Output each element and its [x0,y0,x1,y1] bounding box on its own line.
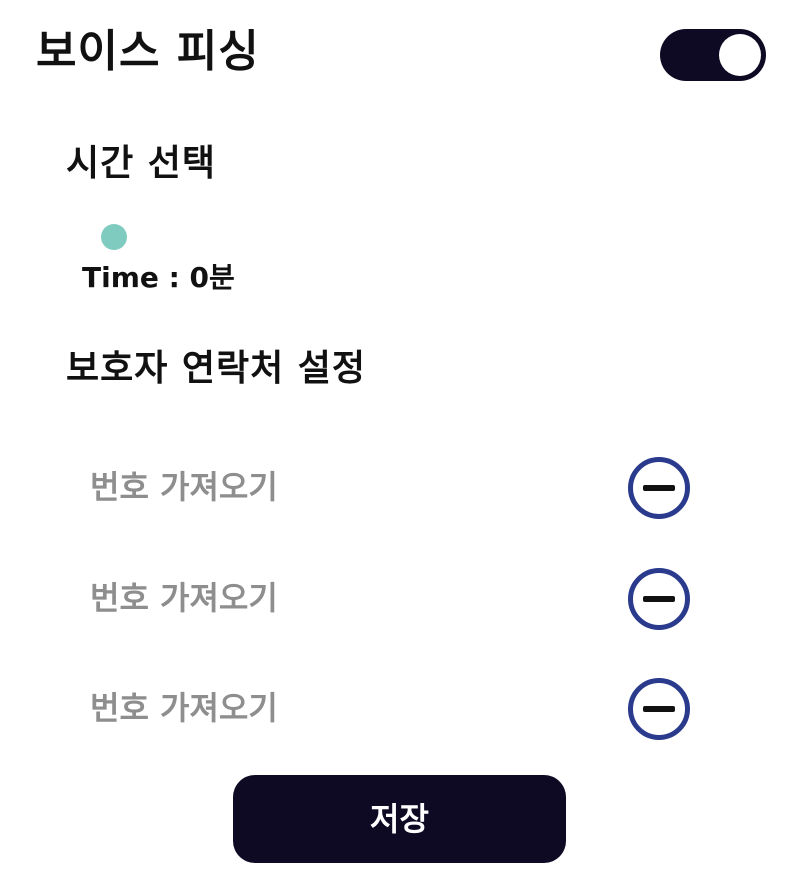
save-button[interactable]: 저장 [233,775,566,863]
time-slider-handle[interactable] [101,224,127,250]
contact-row: 번호 가져오기 [60,674,720,744]
import-number-button[interactable]: 번호 가져오기 [90,465,278,509]
minus-circle-icon[interactable] [627,567,691,631]
contact-row: 번호 가져오기 [60,564,720,634]
time-section-title: 시간 선택 [66,143,217,184]
import-number-button[interactable]: 번호 가져오기 [90,576,278,620]
import-number-button[interactable]: 번호 가져오기 [90,686,278,730]
time-value-label: Time : 0분 [82,261,235,294]
page-title: 보이스 피싱 [36,26,260,77]
minus-circle-icon[interactable] [627,677,691,741]
toggle-knob [719,34,761,76]
contact-row: 번호 가져오기 [60,453,720,523]
voice-phishing-toggle[interactable] [660,29,766,81]
minus-circle-icon[interactable] [627,456,691,520]
contact-section-title: 보호자 연락처 설정 [66,348,367,389]
